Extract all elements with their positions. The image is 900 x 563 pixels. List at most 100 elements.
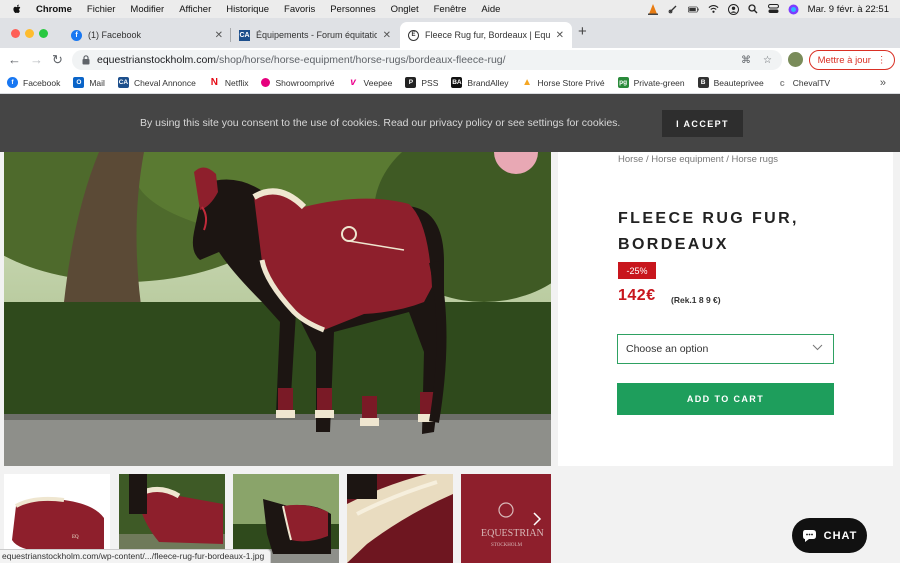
showroomprive-icon [261, 78, 271, 87]
bookmark-label: Beauteprivee [713, 77, 764, 88]
product-thumbnail[interactable]: EQUESTRIAN STOCKHOLM [461, 474, 551, 563]
tab-title: Équipements - Forum équitatio [256, 30, 377, 40]
close-tab-icon[interactable]: ✕ [383, 30, 391, 41]
wifi-icon[interactable] [708, 4, 719, 15]
url-path: /shop/horse/horse-equipment/horse-rugs/b… [216, 54, 506, 66]
tab-title: Fleece Rug fur, Bordeaux | Equ [425, 30, 550, 40]
lock-icon[interactable] [82, 55, 90, 65]
select-placeholder: Choose an option [626, 343, 709, 355]
bookmark-chevaltv[interactable]: c ChevalTV [776, 77, 830, 88]
menu-personnes[interactable]: Personnes [330, 4, 375, 15]
accept-cookies-button[interactable]: I ACCEPT [662, 110, 743, 137]
bookmark-cheval-annonce[interactable]: CA Cheval Annonce [117, 77, 196, 88]
add-to-cart-button[interactable]: ADD TO CART [617, 383, 834, 415]
bookmark-label: Mail [89, 77, 105, 88]
web-page: By using this site you consent to the us… [0, 94, 900, 563]
chevaltv-icon: c [776, 77, 788, 88]
outlook-icon: O [73, 77, 85, 88]
new-tab-button[interactable]: + [578, 23, 587, 40]
bookmark-showroomprive[interactable]: Showroomprivé [261, 77, 335, 88]
tab-fleece-rug[interactable]: E Fleece Rug fur, Bordeaux | Equ ✕ [400, 22, 572, 48]
pss-icon: P [405, 77, 417, 88]
discount-badge: -25% [618, 262, 656, 279]
horse-store-icon: ▲ [521, 77, 533, 88]
menu-favoris[interactable]: Favoris [284, 4, 315, 15]
close-tab-icon[interactable]: ✕ [215, 30, 223, 41]
bookmark-label: Facebook [23, 77, 61, 88]
bookmark-mail[interactable]: O Mail [73, 77, 105, 88]
user-account-icon[interactable] [727, 3, 739, 15]
menu-fichier[interactable]: Fichier [87, 4, 116, 15]
bookmark-netflix[interactable]: N Netflix [208, 77, 248, 88]
menu-fenetre[interactable]: Fenêtre [434, 4, 467, 15]
close-tab-icon[interactable]: ✕ [556, 30, 564, 41]
close-window-button[interactable] [11, 29, 20, 38]
menu-app-chrome[interactable]: Chrome [36, 4, 72, 15]
svg-text:EQ: EQ [72, 535, 79, 540]
address-bar[interactable]: equestrianstockholm.com /shop/horse/hors… [72, 50, 782, 70]
siri-icon[interactable] [788, 4, 799, 15]
cheval-annonce-icon: CA [117, 77, 129, 88]
apple-icon[interactable] [11, 3, 23, 15]
menu-historique[interactable]: Historique [226, 4, 269, 15]
bookmark-pss[interactable]: P PSS [405, 77, 438, 88]
zoom-window-button[interactable] [39, 29, 48, 38]
link-status-bar: equestrianstockholm.com/wp-content/.../f… [0, 549, 272, 563]
battery-icon[interactable] [687, 4, 699, 15]
bookmark-label: PSS [421, 77, 439, 88]
spotlight-search-icon[interactable] [748, 4, 759, 15]
bookmark-star-icon[interactable]: ☆ [763, 55, 772, 66]
update-chrome-button[interactable]: Mettre à jour ⋮ [809, 50, 895, 70]
bookmark-brandalley[interactable]: BA BrandAlley [451, 77, 509, 88]
private-green-icon: pg [617, 77, 629, 88]
bookmark-beauteprivee[interactable]: B Beauteprivee [697, 77, 764, 88]
vlc-cone-icon[interactable] [648, 3, 659, 15]
bookmark-label: BrandAlley [467, 77, 509, 88]
horse-photo [4, 152, 551, 466]
reload-icon[interactable]: ↻ [52, 52, 63, 68]
cookie-banner: By using this site you consent to the us… [0, 94, 900, 152]
update-label: Mettre à jour [817, 54, 871, 66]
breadcrumb[interactable]: Horse / Horse equipment / Horse rugs [618, 154, 778, 165]
menu-modifier[interactable]: Modifier [130, 4, 164, 15]
more-bookmarks-icon[interactable]: » [880, 77, 886, 89]
fur-collar-thumbnail [347, 474, 453, 563]
minimize-window-button[interactable] [25, 29, 34, 38]
paperclip-icon[interactable] [668, 4, 679, 15]
cheval-annonce-icon: CA [239, 29, 250, 41]
browser-tab-strip: f (1) Facebook ✕ CA Équipements - Forum … [0, 18, 900, 48]
back-arrow-icon[interactable]: ← [8, 52, 21, 67]
bookmark-label: Cheval Annonce [133, 77, 196, 88]
menu-onglet[interactable]: Onglet [391, 4, 419, 15]
beauteprivee-icon: B [697, 77, 709, 88]
facebook-icon: f [7, 77, 18, 88]
translate-icon[interactable]: ⌘ [741, 55, 751, 66]
browser-toolbar: ← → ↻ equestrianstockholm.com /shop/hors… [0, 48, 900, 72]
bookmark-veepee[interactable]: v Veepee [347, 77, 392, 88]
forward-arrow-icon[interactable]: → [30, 52, 43, 67]
chevron-right-icon[interactable] [532, 512, 542, 526]
bookmark-label: Showroomprivé [275, 77, 335, 88]
variant-select[interactable]: Choose an option [617, 334, 834, 364]
tab-facebook[interactable]: f (1) Facebook ✕ [63, 22, 231, 48]
menubar-clock[interactable]: Mar. 9 févr. à 22:51 [808, 4, 889, 15]
macos-menu-bar: Chrome Fichier Modifier Afficher Histori… [0, 0, 900, 18]
chat-bubble-icon [802, 529, 816, 542]
tab-forum-equitation[interactable]: CA Équipements - Forum équitatio ✕ [231, 22, 399, 48]
kebab-menu-icon: ⋮ [876, 54, 887, 66]
sale-price: 142€ [618, 287, 656, 304]
bookmark-private-green[interactable]: pg Private-green [617, 77, 685, 88]
menu-afficher[interactable]: Afficher [179, 4, 211, 15]
facebook-icon: f [71, 29, 82, 41]
product-thumbnail[interactable] [347, 474, 453, 563]
bookmark-horse-store-prive[interactable]: ▲ Horse Store Privé [521, 77, 605, 88]
url-domain: equestrianstockholm.com [97, 54, 217, 66]
menu-aide[interactable]: Aide [481, 4, 500, 15]
svg-text:EQUESTRIAN: EQUESTRIAN [481, 528, 544, 539]
control-center-icon[interactable] [767, 4, 779, 15]
bookmark-facebook[interactable]: f Facebook [7, 77, 60, 88]
profile-avatar[interactable] [788, 52, 803, 67]
product-main-image[interactable] [4, 152, 551, 466]
cookie-text: By using this site you consent to the us… [140, 117, 621, 129]
chat-button[interactable]: CHAT [792, 518, 867, 553]
